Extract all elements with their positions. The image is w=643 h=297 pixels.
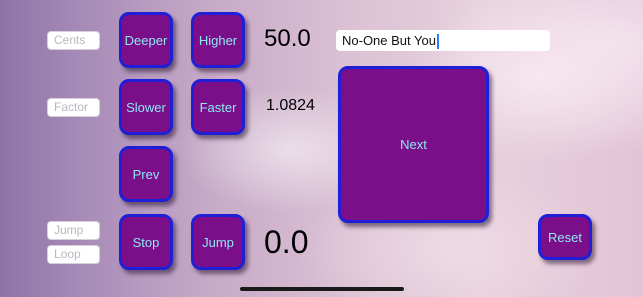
factor-readout: 1.0824: [266, 97, 315, 114]
cents-field[interactable]: Cents: [47, 31, 100, 50]
home-indicator[interactable]: [240, 287, 404, 291]
next-button[interactable]: Next: [338, 66, 489, 223]
prev-button[interactable]: Prev: [119, 146, 173, 202]
loop-field[interactable]: Loop: [47, 245, 100, 264]
jump-button[interactable]: Jump: [191, 214, 245, 270]
stop-button[interactable]: Stop: [119, 214, 173, 270]
cents-readout: 50.0: [264, 25, 311, 52]
jump-readout: 0.0: [264, 224, 309, 260]
reset-button[interactable]: Reset: [538, 214, 592, 260]
text-caret: [436, 34, 439, 50]
factor-field[interactable]: Factor: [47, 98, 100, 117]
slower-button[interactable]: Slower: [119, 79, 173, 135]
track-title-input[interactable]: No-One But You: [336, 30, 550, 51]
higher-button[interactable]: Higher: [191, 12, 245, 68]
track-title-text: No-One But You: [342, 33, 436, 48]
faster-button[interactable]: Faster: [191, 79, 245, 135]
jump-field[interactable]: Jump: [47, 221, 100, 240]
deeper-button[interactable]: Deeper: [119, 12, 173, 68]
